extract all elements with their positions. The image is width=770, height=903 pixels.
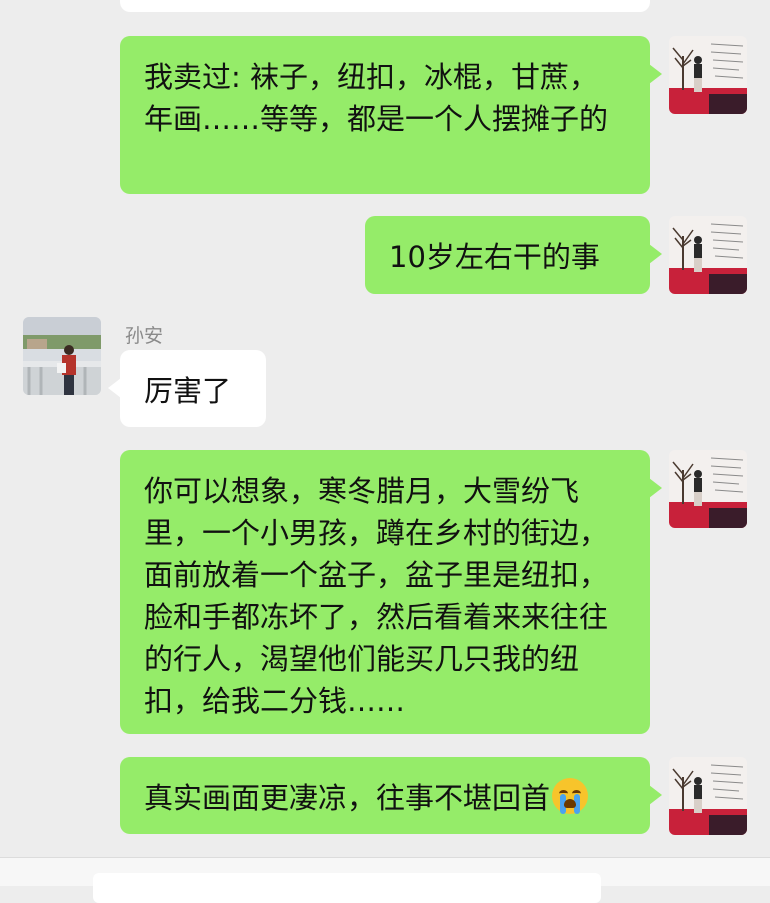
message-bubble-sent[interactable]: 真实画面更凄凉，往事不堪回首 (120, 757, 662, 834)
message-text: 10岁左右干的事 (389, 240, 600, 274)
message-text: 你可以想象，寒冬腊月，大雪纷飞里，一个小男孩，蹲在乡村的街边，面前放着一个盆子，… (144, 474, 609, 718)
message-text: 真实画面更凄凉，往事不堪回首 (144, 781, 551, 815)
my-avatar[interactable] (669, 216, 747, 294)
message-text: 我卖过: 袜子，纽扣，冰棍，甘蔗，年画……等等，都是一个人摆摊子的 (144, 60, 609, 136)
message-bubble-received[interactable]: 厉害了 (108, 350, 266, 427)
my-avatar[interactable] (669, 36, 747, 114)
contact-avatar[interactable] (23, 317, 101, 395)
message-input[interactable] (93, 873, 601, 903)
my-avatar[interactable] (669, 757, 747, 835)
crying-face-emoji-icon (552, 778, 589, 814)
message-bubble-sent[interactable]: 我卖过: 袜子，纽扣，冰棍，甘蔗，年画……等等，都是一个人摆摊子的 (120, 36, 662, 194)
previous-message-bubble (120, 0, 650, 12)
message-bubble-sent[interactable]: 10岁左右干的事 (365, 216, 662, 294)
message-text: 厉害了 (144, 374, 232, 408)
sender-name: 孙安 (125, 325, 164, 347)
message-bubble-sent[interactable]: 你可以想象，寒冬腊月，大雪纷飞里，一个小男孩，蹲在乡村的街边，面前放着一个盆子，… (120, 450, 662, 734)
my-avatar[interactable] (669, 450, 747, 528)
